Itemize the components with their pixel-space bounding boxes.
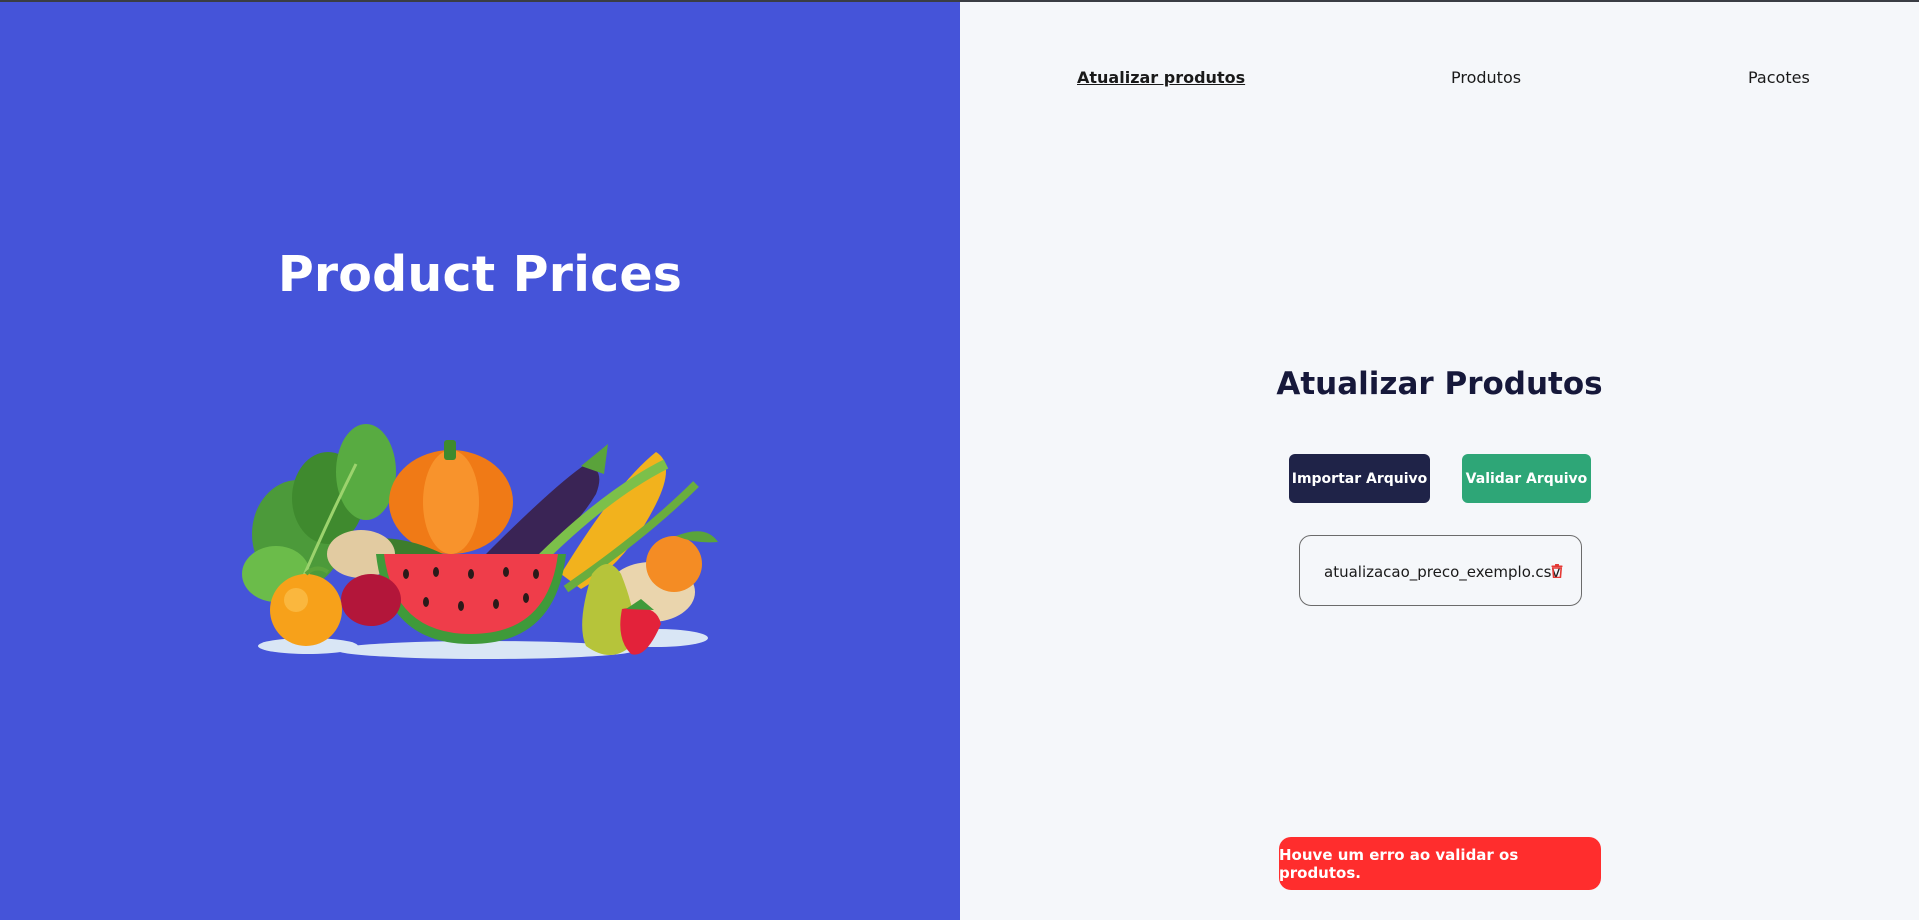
- window-top-border: [0, 0, 1919, 2]
- selected-file-chip: atualizacao_preco_exemplo.csv: [1299, 535, 1582, 606]
- error-toast: Houve um erro ao validar os produtos.: [1279, 837, 1601, 890]
- content-panel: Atualizar produtos Produtos Pacotes Atua…: [960, 0, 1919, 920]
- nav-products[interactable]: Produtos: [1451, 68, 1521, 87]
- file-name: atualizacao_preco_exemplo.csv: [1324, 563, 1561, 581]
- trash-icon[interactable]: [1551, 564, 1563, 578]
- hero-title: Product Prices: [277, 246, 683, 303]
- validate-file-button[interactable]: Validar Arquivo: [1462, 454, 1591, 503]
- vegetables-illustration: [242, 424, 718, 659]
- page-title: Atualizar Produtos: [1276, 366, 1603, 402]
- nav-update-products[interactable]: Atualizar produtos: [1077, 68, 1245, 87]
- hero-panel: Product Prices: [0, 0, 960, 920]
- import-file-button[interactable]: Importar Arquivo: [1289, 454, 1430, 503]
- nav-packages[interactable]: Pacotes: [1748, 68, 1810, 87]
